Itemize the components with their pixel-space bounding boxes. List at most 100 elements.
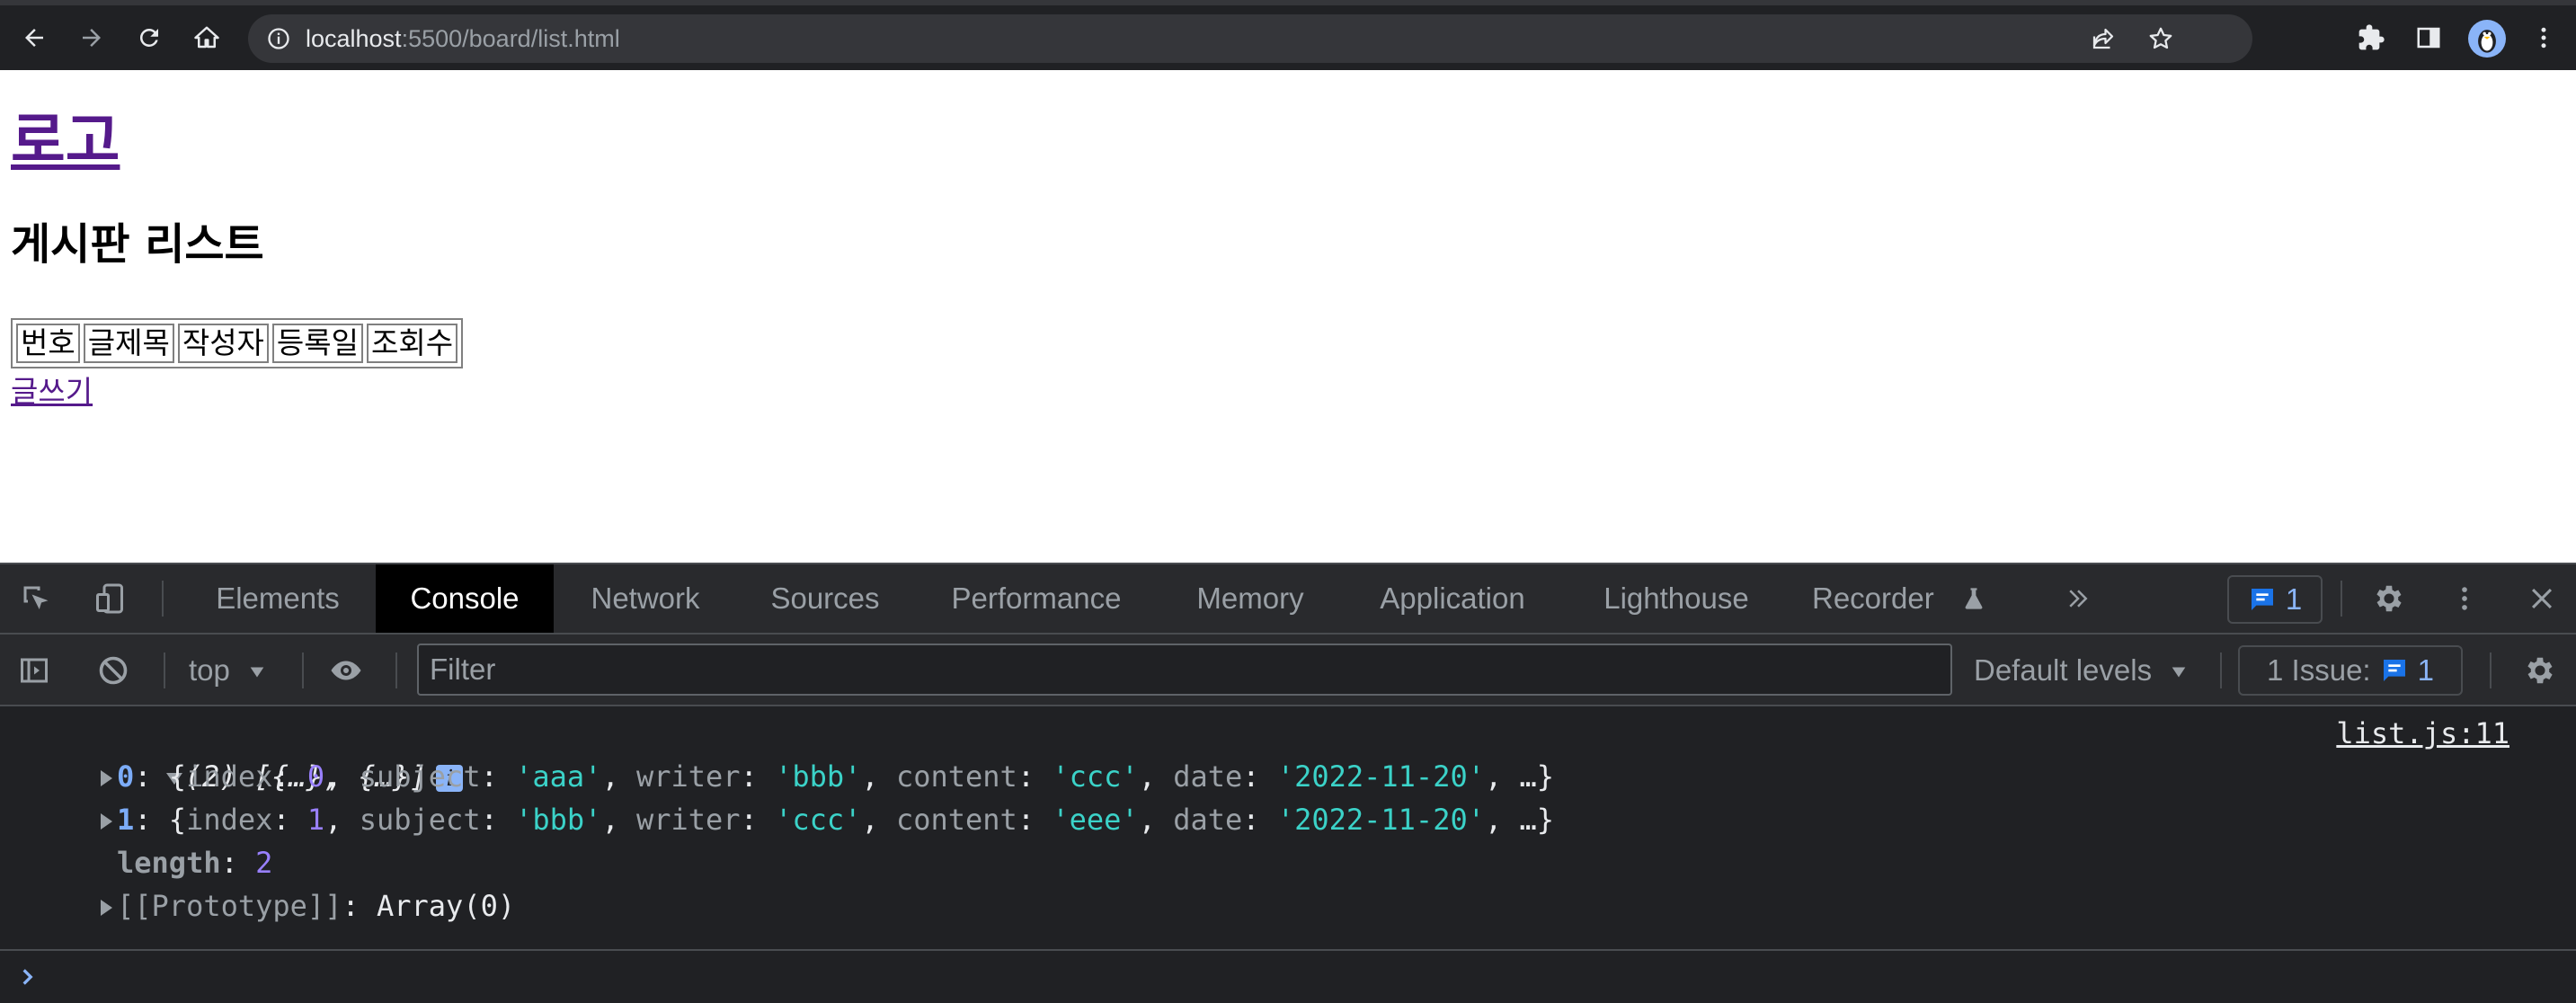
array-item-row[interactable]: 1: {index: 1, subject: 'bbb', writer: 'c…: [95, 798, 1554, 841]
context-selector[interactable]: top: [189, 652, 267, 688]
toolbar-divider: [162, 581, 164, 617]
toolbar-divider: [2490, 652, 2492, 688]
kebab-menu-icon: [2541, 27, 2546, 49]
toolbar-divider: [2341, 581, 2342, 617]
message-icon: [2383, 660, 2405, 681]
tab-sources[interactable]: Sources: [753, 564, 897, 633]
forward-button[interactable]: [72, 18, 111, 58]
table-header-cell: 글제목: [83, 324, 174, 363]
tab-application[interactable]: Application: [1361, 564, 1544, 633]
table-header-cell: 작성자: [177, 324, 269, 363]
toolbar-divider: [2220, 652, 2222, 688]
collapsed-triangle-icon[interactable]: [95, 897, 117, 919]
issues-button-count: 1: [2417, 653, 2434, 687]
reload-button[interactable]: [129, 18, 169, 58]
item-index: 1: [117, 803, 135, 837]
chrome-menu-button[interactable]: [2524, 18, 2563, 58]
extensions-button[interactable]: [2351, 18, 2391, 58]
board-table: 번호 글제목 작성자 등록일 조회수: [11, 318, 464, 368]
collapsed-triangle-icon[interactable]: [95, 811, 117, 832]
array-item-row[interactable]: 0: {index: 0, subject: 'aaa', writer: 'b…: [95, 755, 1554, 798]
side-panel-button[interactable]: [2409, 18, 2448, 58]
address-bar[interactable]: localhost:5500/board/list.html: [248, 14, 2252, 63]
side-panel-icon: [2417, 27, 2440, 49]
prototype-key: [[Prototype]]: [117, 889, 342, 923]
gear-icon: [2376, 585, 2402, 612]
console-prompt[interactable]: [0, 949, 2576, 1003]
bookmark-button[interactable]: [2141, 19, 2181, 58]
devtools-menu-button[interactable]: [2445, 579, 2484, 618]
item-writer: 'ccc': [775, 803, 862, 837]
array-length-row: length: 2: [117, 846, 273, 880]
device-icon: [96, 583, 123, 614]
flask-icon: [1965, 588, 1983, 609]
context-selector-value: top: [189, 653, 230, 687]
console-output: (2) [{…}, {…}] i list.js:11 0: {index: 0,…: [0, 706, 2576, 1003]
close-icon: [2531, 588, 2553, 609]
devtools-settings-button[interactable]: [2369, 579, 2409, 618]
reload-icon: [139, 28, 158, 47]
log-levels-value: Default levels: [1974, 653, 2153, 687]
console-settings-button[interactable]: [2520, 651, 2560, 690]
cursor-select-icon: [23, 586, 49, 609]
more-tabs-button[interactable]: [2060, 581, 2096, 617]
log-levels-dropdown[interactable]: Default levels: [1974, 652, 2189, 688]
back-button[interactable]: [14, 18, 54, 58]
tab-performance[interactable]: Performance: [935, 564, 1138, 633]
length-key: length: [117, 846, 221, 880]
console-filter-input[interactable]: [417, 644, 1952, 696]
item-subject: 'bbb': [515, 803, 602, 837]
message-icon: [2251, 589, 2273, 610]
device-toolbar-button[interactable]: [90, 579, 129, 618]
home-button[interactable]: [187, 18, 227, 58]
info-icon[interactable]: [266, 26, 291, 51]
close-devtools-button[interactable]: [2522, 579, 2562, 618]
show-sidebar-button[interactable]: [14, 651, 54, 690]
home-icon: [194, 26, 219, 49]
live-expression-button[interactable]: [324, 651, 369, 690]
board-title: 게시판 리스트: [11, 219, 264, 270]
puzzle-icon: [2358, 24, 2385, 50]
clear-console-button[interactable]: [93, 651, 133, 690]
toolbar-divider: [302, 652, 304, 688]
tab-elements[interactable]: Elements: [198, 564, 358, 633]
share-icon: [2092, 28, 2114, 49]
caret-down-icon: [250, 667, 264, 678]
item-date: '2022-11-20': [1276, 759, 1485, 794]
write-post-link[interactable]: 글쓰기: [11, 374, 93, 410]
url-text[interactable]: localhost:5500/board/list.html: [306, 14, 620, 63]
tab-network[interactable]: Network: [570, 564, 721, 633]
devtools-panel: Elements Console Network Sources Perform…: [0, 563, 2576, 1003]
url-host: localhost: [306, 25, 402, 52]
source-link[interactable]: list.js:11: [2336, 712, 2509, 755]
issues-button-label: 1 Issue:: [2267, 653, 2371, 687]
caret-down-icon: [2172, 667, 2186, 678]
star-icon: [2149, 27, 2172, 49]
collapsed-triangle-icon[interactable]: [95, 768, 117, 789]
item-index: 0: [117, 759, 135, 794]
issues-counter-button[interactable]: 1: [2227, 575, 2323, 624]
page-content: 로고 게시판 리스트 번호 글제목 작성자 등록일 조회수 글쓰기: [0, 70, 2576, 563]
share-button[interactable]: [2083, 19, 2123, 58]
tab-lighthouse[interactable]: Lighthouse: [1578, 564, 1774, 633]
tab-console[interactable]: Console: [376, 564, 554, 633]
eye-icon: [331, 661, 361, 680]
item-content: 'ccc': [1052, 759, 1139, 794]
table-header-cell: 번호: [16, 324, 80, 363]
double-chevron-right-icon: [2069, 590, 2088, 608]
kebab-menu-icon: [2462, 587, 2467, 610]
toolbar-divider: [164, 652, 165, 688]
logo-link[interactable]: 로고: [11, 106, 120, 175]
prototype-row[interactable]: [[Prototype]]: Array(0): [95, 884, 515, 928]
inspect-element-button[interactable]: [16, 579, 56, 618]
table-header-cell: 등록일: [271, 324, 364, 363]
tab-memory[interactable]: Memory: [1176, 564, 1325, 633]
profile-avatar[interactable]: [2468, 20, 2506, 58]
devtools-tab-bar: Elements Console Network Sources Perform…: [0, 563, 2576, 635]
console-log-array[interactable]: (2) [{…}, {…}] i: [59, 712, 464, 794]
arrow-left-icon: [25, 29, 43, 47]
arrow-right-icon: [83, 29, 101, 47]
block-icon: [99, 656, 128, 685]
issues-button[interactable]: 1 Issue: 1: [2238, 645, 2463, 696]
console-toolbar: top Default levels 1 Issue: 1: [0, 635, 2576, 706]
